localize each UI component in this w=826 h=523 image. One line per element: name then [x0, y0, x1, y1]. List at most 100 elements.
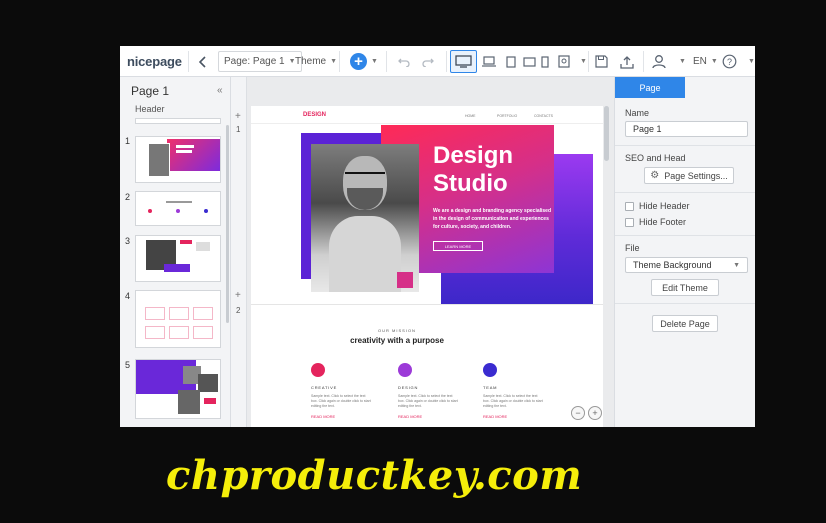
page-select-label: Page: Page 1 — [224, 56, 285, 67]
nicepage-window: nicepage Page: Page 1 ▼ Theme ▼ + ▼ ▼ ▼ … — [120, 46, 755, 427]
chevron-down-icon: ▼ — [710, 58, 718, 65]
divider — [446, 51, 447, 72]
help-icon[interactable]: ? — [721, 46, 737, 77]
feature-title[interactable]: CREATIVE — [311, 385, 337, 390]
checkbox[interactable] — [625, 217, 634, 227]
divider — [386, 51, 387, 72]
canvas-scrollbar[interactable] — [604, 106, 609, 161]
back-icon[interactable] — [196, 46, 210, 77]
feature-text[interactable]: Sample text. Click to select the text bo… — [483, 394, 545, 409]
add-section-icon[interactable]: + — [235, 290, 241, 301]
chevron-down-icon: ▼ — [371, 58, 378, 65]
preview-icon[interactable] — [557, 46, 571, 77]
zoom-in-icon[interactable]: + — [588, 406, 602, 420]
feature-link[interactable]: READ MORE — [311, 414, 335, 419]
zoom-out-icon[interactable]: − — [571, 406, 585, 420]
thumb-hero — [167, 139, 220, 171]
page-number: 5 — [125, 360, 131, 370]
seo-label: SEO and Head — [625, 153, 686, 163]
panel-title: Page 1 — [131, 84, 170, 98]
divider — [615, 303, 755, 304]
nav-link[interactable]: HOME — [465, 114, 476, 118]
language-menu[interactable]: EN ▼ — [693, 46, 718, 77]
page-number: 2 — [125, 192, 131, 202]
feature-title[interactable]: DESIGN — [398, 385, 418, 390]
name-label: Name — [625, 108, 650, 118]
creative-icon[interactable] — [311, 363, 325, 377]
gear-icon: ⚙ — [650, 170, 660, 181]
feature-text[interactable]: Sample text. Click to select the text bo… — [398, 394, 460, 409]
add-element-button[interactable]: + ▼ — [350, 46, 378, 77]
page-thumbnail-2[interactable] — [135, 191, 221, 226]
hero-title-line: Studio — [433, 170, 508, 197]
properties-panel: Page Name Page 1 SEO and Head ⚙ Page Sett… — [614, 77, 755, 427]
site-header[interactable]: DESIGN HOME PORTFOLIO CONTACTS — [251, 106, 603, 124]
design-icon[interactable] — [398, 363, 412, 377]
tablet-view-icon[interactable] — [504, 46, 517, 77]
chevron-down-icon[interactable]: ▼ — [580, 58, 587, 65]
page-preview[interactable]: DESIGN HOME PORTFOLIO CONTACTS Design St… — [251, 106, 603, 427]
hero-title[interactable]: Design Studio — [433, 142, 513, 198]
toolbar: nicepage Page: Page 1 ▼ Theme ▼ + ▼ ▼ ▼ … — [120, 46, 755, 77]
team-icon[interactable] — [483, 363, 497, 377]
nav-link[interactable]: CONTACTS — [534, 114, 553, 118]
delete-page-button[interactable]: Delete Page — [652, 315, 718, 332]
feature-text[interactable]: Sample text. Click to select the text bo… — [311, 394, 373, 409]
page-thumbnail-3[interactable] — [135, 235, 221, 282]
desktop-view-icon[interactable] — [450, 50, 477, 73]
user-icon[interactable] — [651, 46, 667, 77]
section-kicker[interactable]: OUR MISSION — [251, 328, 543, 333]
chevron-down-icon[interactable]: ▼ — [679, 58, 686, 65]
tab-page[interactable]: Page — [615, 77, 685, 98]
theme-menu[interactable]: Theme ▼ — [295, 46, 337, 77]
header-thumbnail[interactable] — [135, 118, 221, 124]
feature-link[interactable]: READ MORE — [483, 414, 507, 419]
redo-icon[interactable] — [421, 46, 435, 77]
header-label: Header — [135, 104, 165, 114]
chevron-down-icon: ▼ — [330, 58, 338, 65]
hero-portrait-image[interactable] — [311, 144, 419, 292]
undo-icon[interactable] — [397, 46, 411, 77]
svg-text:?: ? — [726, 57, 731, 67]
page-settings-button[interactable]: ⚙ Page Settings... — [644, 167, 734, 184]
hide-footer-checkbox[interactable]: Hide Footer — [625, 217, 686, 227]
site-logo[interactable]: DESIGN — [303, 112, 326, 118]
chevron-down-icon: ▼ — [733, 261, 740, 269]
chevron-down-icon[interactable]: ▼ — [748, 58, 755, 65]
divider — [615, 192, 755, 193]
section-number: 1 — [236, 125, 241, 134]
page-settings-label: Page Settings... — [664, 170, 728, 181]
hero-text[interactable]: We are a design and branding agency spec… — [433, 207, 555, 231]
hero-title-line: Design — [433, 142, 514, 169]
editor-canvas[interactable]: + 1 + 2 DESIGN HOME PORTFOLIO CONTACTS D… — [231, 77, 614, 427]
panel-scrollbar[interactable] — [226, 125, 229, 323]
add-section-icon[interactable]: + — [235, 111, 241, 122]
checkbox[interactable] — [625, 201, 634, 211]
language-label: EN — [693, 56, 707, 67]
page-thumbnail-1[interactable] — [135, 136, 221, 183]
section-title[interactable]: creativity with a purpose — [251, 336, 543, 345]
feature-link[interactable]: READ MORE — [398, 414, 422, 419]
collapse-panel-icon[interactable]: « — [217, 85, 223, 96]
page-select[interactable]: Page: Page 1 ▼ — [218, 51, 302, 72]
page-thumbnail-5[interactable] — [135, 359, 221, 419]
page-thumbnail-4[interactable] — [135, 290, 221, 348]
hero-learn-more-button[interactable]: LEARN MORE — [433, 241, 483, 251]
watermark-text: chproductkey.com — [166, 452, 583, 499]
phone-view-icon[interactable] — [540, 46, 550, 77]
tablet-landscape-view-icon[interactable] — [522, 46, 536, 77]
page-number: 1 — [125, 136, 131, 146]
thumb-photo — [148, 143, 170, 177]
export-icon[interactable] — [619, 46, 635, 77]
page-name-input[interactable]: Page 1 — [625, 121, 748, 137]
nav-link[interactable]: PORTFOLIO — [497, 114, 517, 118]
hide-header-checkbox[interactable]: Hide Header — [625, 201, 690, 211]
theme-background-select[interactable]: Theme Background ▼ — [625, 257, 748, 273]
section-ruler: + 1 + 2 — [231, 77, 247, 427]
edit-theme-button[interactable]: Edit Theme — [651, 279, 719, 296]
feature-title[interactable]: TEAM — [483, 385, 497, 390]
save-icon[interactable] — [594, 46, 609, 77]
divider — [615, 235, 755, 236]
laptop-view-icon[interactable] — [480, 46, 497, 77]
theme-background-value: Theme Background — [633, 260, 712, 270]
